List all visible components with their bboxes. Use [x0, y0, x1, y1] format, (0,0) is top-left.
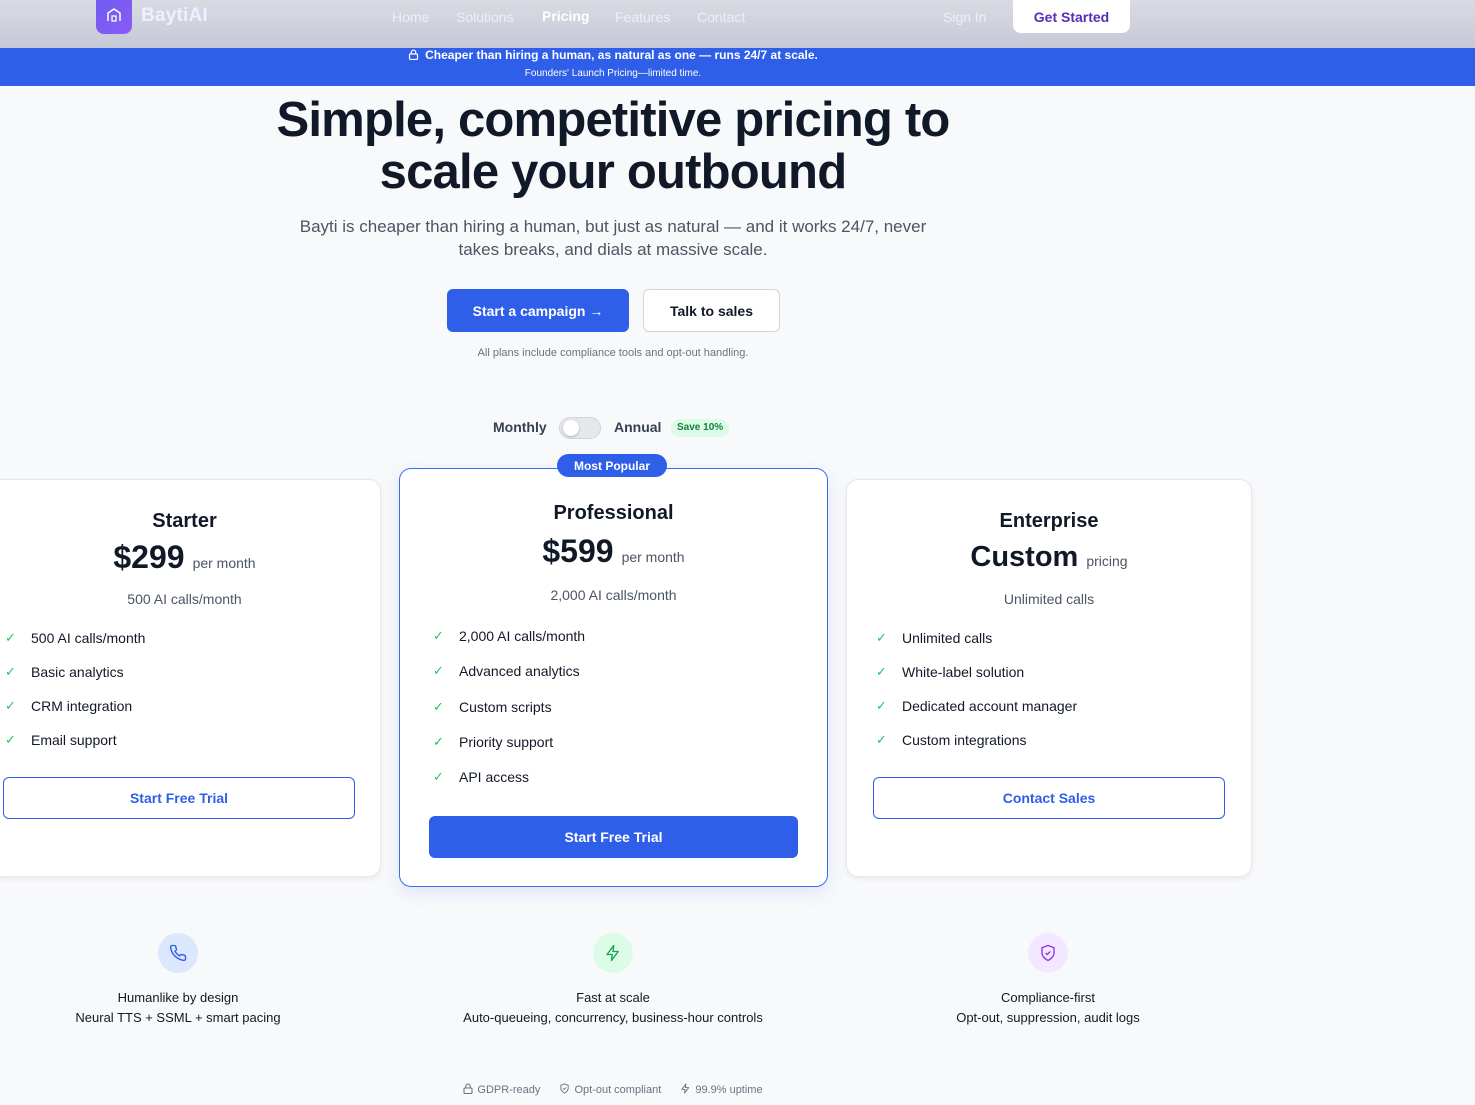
most-popular-badge: Most Popular	[557, 454, 667, 477]
nav-link-solutions[interactable]: Solutions	[456, 9, 514, 25]
plan-name: Professional	[553, 502, 674, 524]
check-icon: ✓	[433, 769, 444, 784]
price-unit: pricing	[1086, 553, 1128, 569]
feature-item: ✓ API access	[433, 769, 530, 785]
plan-card-enterprise: Enterprise Custom pricing Unlimited calls…	[846, 479, 1252, 877]
title-line1: Simple, competitive pricing to	[276, 93, 950, 147]
check-icon: ✓	[433, 628, 444, 643]
benefit-desc: Opt-out, suppression, audit logs	[956, 1010, 1140, 1025]
feature-item: ✓ CRM integration	[5, 698, 133, 714]
benefit-desc: Neural TTS + SSML + smart pacing	[75, 1010, 281, 1025]
trust-item: GDPR-ready	[463, 1083, 540, 1097]
sign-in-link[interactable]: Sign In	[943, 9, 987, 25]
feature-item: ✓ Advanced analytics	[433, 663, 580, 679]
plan-price: $599	[542, 533, 614, 569]
benefit-humanlike: Humanlike by design Neural TTS + SSML + …	[0, 933, 358, 1025]
check-icon: ✓	[5, 664, 16, 679]
banner-line2: Founders' Launch Pricing—limited time.	[524, 68, 702, 79]
monthly-label[interactable]: Monthly	[493, 419, 547, 435]
nav-link-home[interactable]: Home	[392, 9, 429, 25]
plan-calls: 500 AI calls/month	[127, 591, 242, 607]
check-icon: ✓	[5, 630, 16, 645]
feature-item: ✓ Basic analytics	[5, 664, 124, 680]
check-icon: ✓	[433, 663, 444, 678]
feature-item: ✓ Custom integrations	[876, 732, 1027, 748]
talk-to-sales-button[interactable]: Talk to sales	[643, 289, 780, 332]
building-icon	[106, 7, 122, 27]
feature-item: ✓ 2,000 AI calls/month	[433, 628, 586, 644]
plan-name: Starter	[152, 510, 217, 532]
lock-icon	[463, 1083, 473, 1097]
benefit-desc: Auto-queueing, concurrency, business-hou…	[463, 1010, 763, 1025]
plan-price: $299	[113, 539, 185, 575]
brand-logo[interactable]	[96, 0, 132, 34]
price-row: $299 per month	[0, 539, 380, 576]
banner-line1: Cheaper than hiring a human, as natural …	[425, 48, 818, 62]
feature-item: ✓ Dedicated account manager	[876, 698, 1078, 714]
starter-start-free-trial-button[interactable]: Start Free Trial	[3, 777, 355, 819]
plan-price: Custom	[970, 541, 1079, 573]
check-icon: ✓	[876, 698, 887, 713]
feature-item: ✓ White-label solution	[876, 664, 1025, 680]
plan-card-professional: Professional $599 per month 2,000 AI call…	[399, 468, 828, 887]
toggle-knob	[563, 420, 579, 436]
price-row: Custom pricing	[847, 541, 1251, 574]
save-badge: Save 10%	[671, 419, 730, 437]
benefit-title: Humanlike by design	[117, 990, 239, 1005]
lock-icon	[408, 49, 419, 63]
plan-name: Enterprise	[999, 510, 1099, 532]
annual-label[interactable]: Annual	[614, 419, 661, 435]
price-unit: per month	[192, 555, 256, 571]
trust-badges: GDPR-ready Opt-out compliant 99.9% uptim…	[0, 1083, 1226, 1097]
brand-name[interactable]: BaytiAI	[141, 5, 208, 27]
check-icon: ✓	[5, 698, 16, 713]
benefit-compliance: Compliance-first Opt-out, suppression, a…	[868, 933, 1228, 1025]
check-icon: ✓	[433, 699, 444, 714]
lightning-icon	[593, 933, 633, 973]
check-icon: ✓	[876, 664, 887, 679]
hero-subtitle: Bayti is cheaper than hiring a human, bu…	[299, 217, 927, 259]
trust-item: Opt-out compliant	[559, 1083, 661, 1097]
check-icon: ✓	[876, 732, 887, 747]
plan-calls: Unlimited calls	[1003, 591, 1095, 607]
feature-item: ✓ Email support	[5, 732, 117, 748]
phone-icon	[158, 933, 198, 973]
plan-card-starter: Starter $299 per month 500 AI calls/month…	[0, 479, 381, 877]
check-icon: ✓	[876, 630, 887, 645]
nav-link-contact[interactable]: Contact	[697, 9, 745, 25]
promo-banner: Cheaper than hiring a human, as natural …	[0, 48, 1475, 86]
billing-toggle[interactable]	[559, 417, 601, 439]
benefit-title: Compliance-first	[1001, 990, 1095, 1005]
feature-item: ✓ Unlimited calls	[876, 630, 993, 646]
billing-toggle-row: Monthly Annual Save 10%	[0, 417, 1226, 439]
shield-check-icon	[1028, 933, 1068, 973]
shield-icon	[559, 1083, 570, 1097]
page-title: Simple, competitive pricing to scale you…	[0, 94, 1226, 198]
feature-item: ✓ Custom scripts	[433, 699, 552, 715]
price-row: $599 per month	[400, 533, 827, 570]
plans-note: All plans include compliance tools and o…	[477, 347, 749, 359]
professional-start-free-trial-button[interactable]: Start Free Trial	[429, 816, 798, 858]
nav-link-features[interactable]: Features	[615, 9, 670, 25]
price-unit: per month	[621, 549, 685, 565]
lightning-icon	[680, 1083, 691, 1097]
nav-link-pricing[interactable]: Pricing	[542, 8, 589, 24]
feature-item: ✓ 500 AI calls/month	[5, 630, 146, 646]
plan-calls: 2,000 AI calls/month	[550, 587, 677, 603]
trust-item: 99.9% uptime	[680, 1083, 763, 1097]
check-icon: ✓	[5, 732, 16, 747]
get-started-button[interactable]: Get Started	[1013, 0, 1130, 33]
contact-sales-button[interactable]: Contact Sales	[873, 777, 1225, 819]
banner-message: Cheaper than hiring a human, as natural …	[0, 48, 1226, 63]
check-icon: ✓	[433, 734, 444, 749]
benefit-fast: Fast at scale Auto-queueing, concurrency…	[433, 933, 793, 1025]
title-line2: scale your outbound	[379, 145, 847, 199]
top-nav: BaytiAI Home Solutions Pricing Features …	[0, 0, 1475, 48]
feature-item: ✓ Priority support	[433, 734, 554, 750]
benefit-title: Fast at scale	[576, 990, 650, 1005]
start-campaign-button[interactable]: Start a campaign →	[447, 289, 629, 332]
